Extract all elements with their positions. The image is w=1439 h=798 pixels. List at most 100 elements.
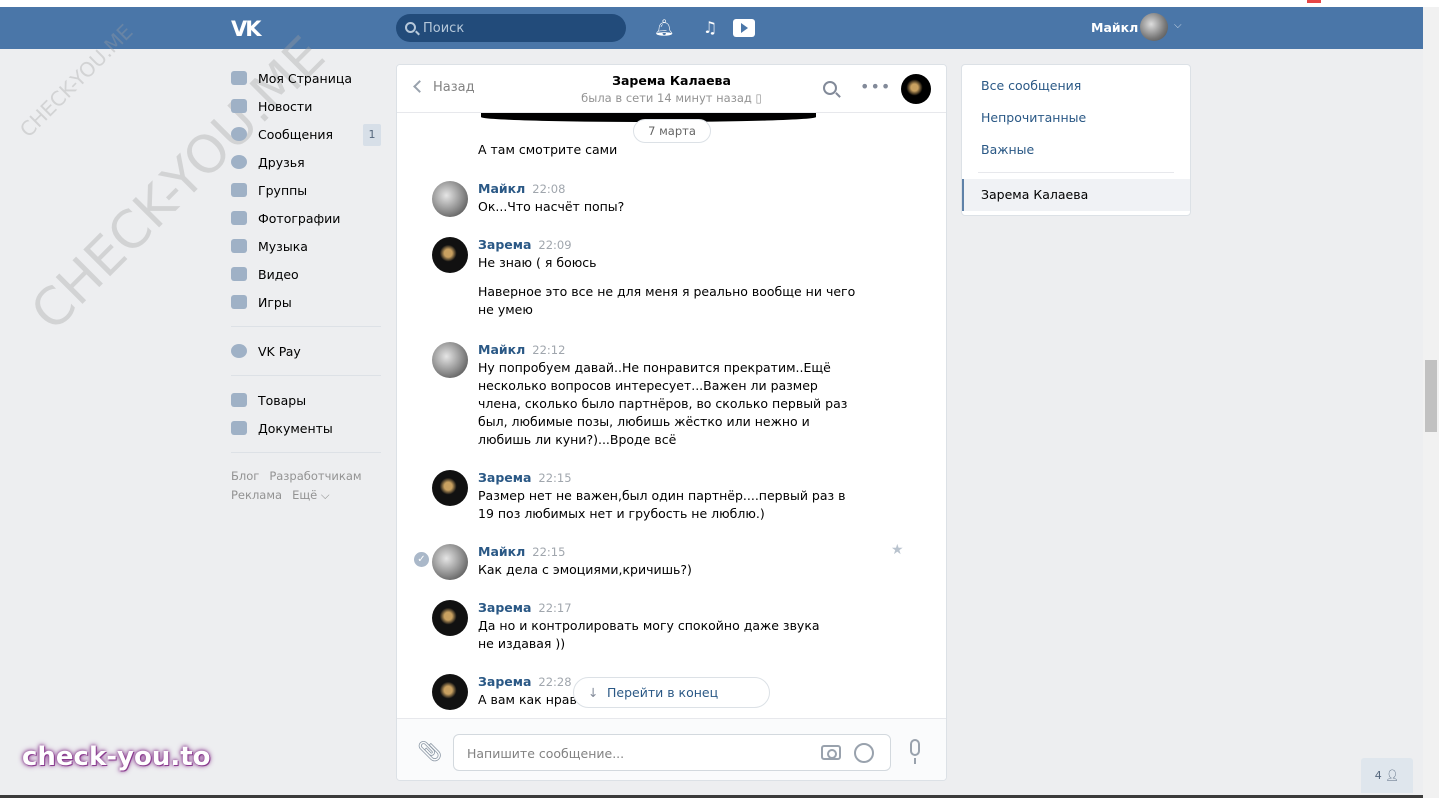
message-time: 22:09 (538, 238, 572, 252)
sidebar-item-my-page[interactable]: Моя Страница (231, 64, 381, 92)
avatar[interactable] (432, 600, 468, 636)
sidebar-item-label: Моя Страница (258, 70, 352, 86)
search-icon[interactable] (823, 81, 837, 95)
scrollbar-thumb[interactable] (1425, 360, 1437, 432)
jump-to-end-button[interactable]: Перейти в конец истории (573, 677, 770, 729)
sidebar-item-music[interactable]: Музыка (231, 232, 381, 260)
message-author[interactable]: Зарема (478, 237, 531, 252)
sidebar-item-documents[interactable]: Документы (231, 414, 381, 442)
watermark-bottom: check-you.to (22, 742, 211, 772)
star-icon[interactable]: ★ (891, 542, 904, 558)
people-button[interactable]: 4 👤︎ (1361, 758, 1413, 793)
chevron-down-icon[interactable]: ⌵ (1174, 20, 1182, 31)
avatar[interactable] (432, 181, 468, 217)
vk-logo[interactable]: VK (231, 17, 261, 41)
sidebar-item-groups[interactable]: Группы (231, 176, 381, 204)
friends-icon (231, 155, 247, 169)
message-text: Размер нет не важен,был один партнёр....… (478, 488, 846, 521)
sidebar-item-video[interactable]: Видео (231, 260, 381, 288)
sidebar-item-label: Новости (258, 98, 313, 114)
video-play-icon[interactable] (733, 19, 755, 37)
filter-important[interactable]: Важные (962, 134, 1190, 166)
sidebar-item-label: Товары (258, 392, 307, 408)
news-icon (231, 99, 247, 113)
avatar[interactable] (432, 544, 468, 580)
message-input-box[interactable] (453, 734, 891, 771)
avatar[interactable] (432, 342, 468, 378)
mobile-icon: ▯ (755, 91, 762, 105)
music-note-icon[interactable]: ♫ (700, 19, 720, 37)
message-time: 22:12 (532, 343, 566, 357)
sidebar-item-games[interactable]: Игры (231, 288, 381, 316)
footer-link-blog[interactable]: Блог (231, 469, 259, 483)
sidebar-item-label: Видео (258, 266, 299, 282)
more-icon[interactable]: ••• (860, 77, 891, 96)
sidebar-item-friends[interactable]: Друзья (231, 148, 381, 176)
avatar[interactable] (432, 674, 468, 710)
left-sidebar: Моя Страница Новости Сообщения 1 Друзья Г… (231, 64, 381, 505)
peer-avatar[interactable] (901, 74, 931, 104)
message-author[interactable]: Майкл (478, 342, 525, 357)
sidebar-item-label: Музыка (258, 238, 308, 254)
header-avatar[interactable] (1140, 13, 1168, 41)
message-text: А там смотрите сами (478, 142, 618, 157)
footer-link-devs[interactable]: Разработчикам (269, 469, 361, 483)
camera-icon (231, 211, 247, 225)
top-header: VK 🔔︎ ♫ Майкл ⌵ (0, 7, 1423, 49)
sidebar-item-goods[interactable]: Товары (231, 386, 381, 414)
sidebar-item-label: Друзья (258, 154, 305, 170)
emoji-icon[interactable] (854, 743, 874, 763)
sidebar-item-label: Документы (258, 420, 333, 436)
header-username[interactable]: Майкл (1091, 20, 1138, 35)
footer-link-more[interactable]: Ещё ⌵ (292, 488, 330, 502)
filter-conversation-active[interactable]: Зарема Калаева (962, 179, 1190, 211)
sidebar-item-label: Игры (258, 294, 292, 310)
message-text: Ну попробуем давай..Не понравится прекра… (478, 360, 848, 447)
message-author[interactable]: Зарема (478, 600, 531, 615)
games-icon (231, 295, 247, 309)
video-icon (231, 267, 247, 281)
avatar[interactable] (432, 470, 468, 506)
message-text: Наверное это все не для меня я реально в… (478, 284, 856, 317)
red-indicator (1307, 0, 1321, 3)
search-input[interactable] (423, 19, 613, 37)
footer-link-ads[interactable]: Реклама (231, 488, 282, 502)
selected-check-icon[interactable]: ✓ (414, 552, 429, 567)
browser-top-strip (0, 0, 1439, 7)
microphone-icon[interactable] (910, 739, 920, 764)
footer-links: Блог Разработчикам Реклама Ещё ⌵ (231, 467, 381, 505)
sidebar-item-label: VK Pay (258, 343, 301, 359)
document-icon (231, 421, 247, 435)
avatar[interactable] (432, 237, 468, 273)
vkpay-icon (231, 344, 247, 358)
sidebar-item-photos[interactable]: Фотографии (231, 204, 381, 232)
sidebar-item-label: Фотографии (258, 210, 341, 226)
sidebar-item-messages[interactable]: Сообщения 1 (231, 120, 381, 148)
groups-icon (231, 183, 247, 197)
message-composer: 📎︎ (397, 718, 946, 780)
camera-icon[interactable] (821, 745, 841, 760)
page-scrollbar[interactable] (1423, 7, 1439, 798)
message-author[interactable]: Зарема (478, 674, 531, 689)
search-icon (405, 22, 416, 33)
filter-unread[interactable]: Непрочитанные (962, 102, 1190, 134)
peer-status-text: была в сети 14 минут назад (581, 91, 752, 105)
message-text: Ок...Что насчёт попы? (478, 199, 625, 214)
message-author[interactable]: Майкл (478, 181, 525, 196)
message-time: 22:08 (532, 182, 566, 196)
chat-header: Назад Зарема Калаева была в сети 14 мину… (397, 65, 946, 113)
filter-all-messages[interactable]: Все сообщения (962, 70, 1190, 102)
bell-icon[interactable]: 🔔︎ (654, 19, 674, 37)
message-author[interactable]: Зарема (478, 470, 531, 485)
search-box[interactable] (396, 14, 626, 42)
sidebar-item-news[interactable]: Новости (231, 92, 381, 120)
person-icon: 👤︎ (1385, 769, 1400, 782)
message-time: 22:15 (538, 471, 572, 485)
message-author[interactable]: Майкл (478, 544, 525, 559)
divider (231, 375, 381, 376)
divider (231, 452, 381, 453)
message-input[interactable] (467, 745, 807, 761)
music-icon (231, 239, 247, 253)
paperclip-icon[interactable]: 📎︎ (417, 739, 442, 763)
sidebar-item-vkpay[interactable]: VK Pay (231, 337, 381, 365)
